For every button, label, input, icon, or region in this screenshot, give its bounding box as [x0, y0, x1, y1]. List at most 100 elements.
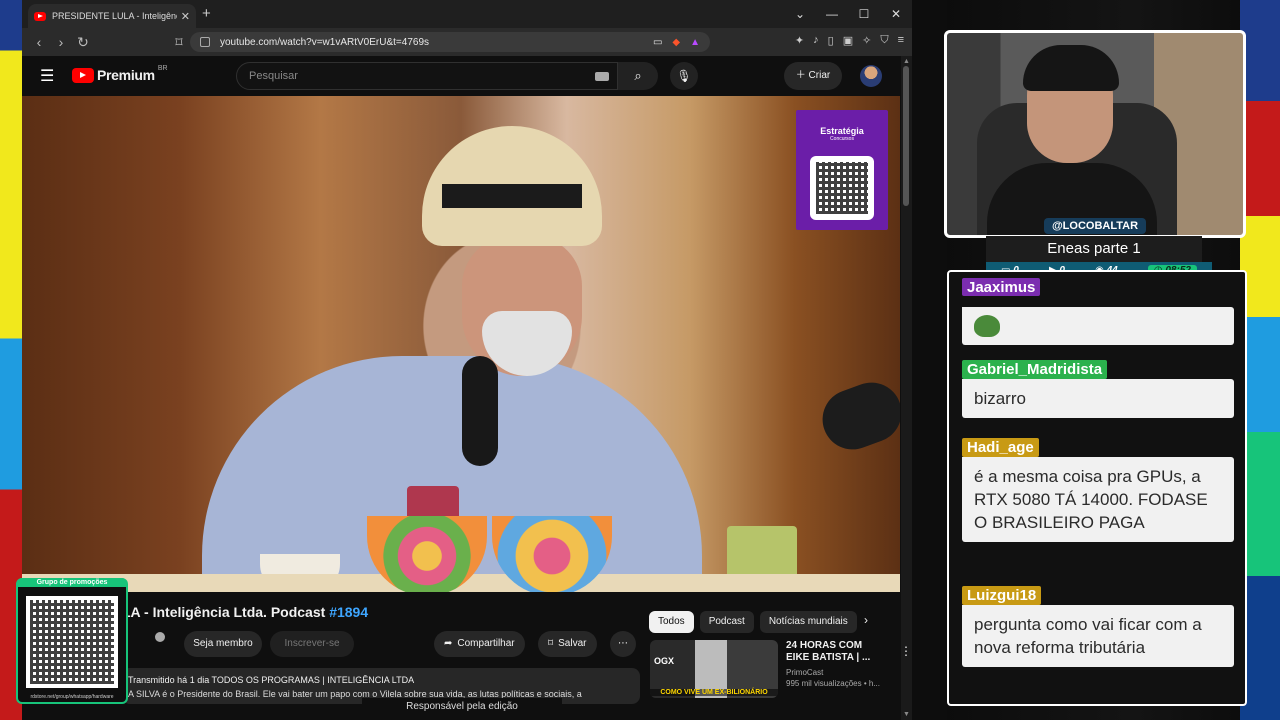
- tab-title: PRESIDENTE LULA - Inteligência Ltda. P: [52, 11, 177, 21]
- music-icon[interactable]: ♪: [813, 34, 819, 47]
- scrollbar-thumb[interactable]: [903, 66, 909, 206]
- scroll-up-icon[interactable]: ▲: [903, 58, 910, 65]
- status-text: Responsável pela edição: [362, 698, 562, 716]
- pepe-emote-icon: [974, 315, 1000, 337]
- keyboard-icon[interactable]: [595, 72, 609, 81]
- sponsor-qr-code: [810, 156, 874, 220]
- brave-shields-icon[interactable]: ◆: [672, 37, 680, 48]
- chat-message: Hadi_age é a mesma coisa pra GPUs, a RTX…: [962, 438, 1234, 542]
- sidebar-icon[interactable]: ▯: [828, 34, 834, 47]
- thumbnail-badge: OGX: [654, 656, 675, 666]
- search-input[interactable]: Pesquisar: [236, 62, 618, 90]
- thumbnail-caption: COMO VIVE UM EX-BILIONÁRIO: [650, 689, 778, 696]
- recommended-views: 995 mil visualizações • h...: [786, 679, 880, 688]
- reload-icon[interactable]: ↻: [72, 34, 94, 51]
- streamer-handle: @LOCOBALTAR: [1044, 218, 1146, 234]
- video-player[interactable]: Estratégia Concursos: [22, 96, 900, 592]
- page-scrollbar[interactable]: ▲ ▼: [901, 56, 912, 720]
- sponsor-brand-name: Estratégia: [820, 126, 864, 136]
- leo-ai-icon[interactable]: ✧: [862, 34, 871, 47]
- chip-podcast[interactable]: Podcast: [699, 611, 754, 633]
- stream-title: Eneas parte 1: [986, 236, 1202, 262]
- scroll-down-icon[interactable]: ▼: [903, 711, 910, 718]
- share-icon: ➦: [444, 638, 453, 649]
- cast-icon[interactable]: ▭: [653, 37, 662, 48]
- address-bar[interactable]: youtube.com/watch?v=w1vARtV0ErU&t=4769s …: [190, 32, 710, 52]
- bookmark-icon[interactable]: ⌑: [168, 34, 190, 51]
- youtube-header: ☰ Premium BR Pesquisar ⌕ 🎙 ＋ Criar: [22, 56, 912, 96]
- chevron-right-icon[interactable]: ›: [864, 613, 868, 627]
- wallet-icon[interactable]: ▣: [843, 34, 853, 47]
- search-icon: ⌕: [634, 68, 642, 83]
- more-vert-icon[interactable]: ⋮: [900, 644, 912, 658]
- chat-text: [962, 307, 1234, 345]
- sponsor-brand-sub: Concursos: [830, 136, 854, 142]
- share-label: Compartilhar: [457, 638, 515, 649]
- more-icon: ⋯: [618, 638, 628, 649]
- tab-youtube[interactable]: PRESIDENTE LULA - Inteligência Ltda. P ✕: [28, 4, 196, 28]
- maximize-button[interactable]: ☐: [848, 0, 880, 28]
- sponsor-brand: Estratégia Concursos: [796, 126, 888, 142]
- bookmark-save-icon: ⌑: [548, 638, 554, 649]
- youtube-play-icon: [72, 67, 94, 83]
- menu-icon[interactable]: ≡: [898, 34, 904, 47]
- chat-username: Hadi_age: [962, 438, 1039, 457]
- subscribe-button[interactable]: Inscrever-se: [270, 631, 354, 657]
- qr-code: [26, 596, 118, 688]
- recommended-channel[interactable]: PrimoCast: [786, 668, 886, 677]
- extensions-icon[interactable]: ✦: [795, 34, 804, 47]
- chat-text: é a mesma coisa pra GPUs, a RTX 5080 TÁ …: [962, 457, 1234, 542]
- video-title-text: LA - Inteligência Ltda. Podcast: [122, 604, 330, 620]
- tab-bar: PRESIDENTE LULA - Inteligência Ltda. P ✕…: [22, 0, 912, 28]
- youtube-logo[interactable]: Premium BR: [72, 64, 168, 83]
- qr-url: rdstore.net/group/whatsapp/hardware: [30, 694, 114, 700]
- country-code: BR: [157, 64, 168, 72]
- save-button[interactable]: ⌑ Salvar: [538, 631, 597, 657]
- recommended-info: 24 HORAS COM EIKE BATISTA | ... PrimoCas…: [786, 640, 886, 688]
- avatar[interactable]: [860, 65, 882, 87]
- chat-panel: Jaaximus Gabriel_Madridista bizarro Hadi…: [947, 270, 1247, 706]
- search-placeholder: Pesquisar: [249, 70, 298, 82]
- microphone-icon: 🎙: [676, 69, 692, 83]
- tab-search-button[interactable]: ⌄: [784, 0, 816, 28]
- tab-close-icon[interactable]: ✕: [181, 10, 190, 23]
- chip-world-news[interactable]: Notícias mundiais: [759, 611, 857, 633]
- webcam-hair: [1023, 45, 1119, 91]
- recommended-video[interactable]: OGX COMO VIVE UM EX-BILIONÁRIO 24 HORAS …: [650, 640, 912, 700]
- vpn-icon[interactable]: ⛉: [880, 34, 888, 47]
- create-button[interactable]: ＋ Criar: [784, 62, 842, 90]
- chat-message: Jaaximus: [962, 278, 1234, 345]
- brave-rewards-icon[interactable]: ▲: [690, 37, 700, 48]
- share-button[interactable]: ➦ Compartilhar: [434, 631, 525, 657]
- recommended-thumbnail[interactable]: OGX COMO VIVE UM EX-BILIONÁRIO: [650, 640, 778, 698]
- window-controls: ⌄ — ☐ ✕: [784, 0, 912, 28]
- address-bar-icons: ▭ ◆ ▲: [653, 37, 700, 48]
- chat-username: Luizgui18: [962, 586, 1042, 605]
- voice-search-button[interactable]: 🎙: [670, 62, 698, 90]
- video-frame-microphone: [462, 356, 498, 466]
- recommended-title[interactable]: 24 HORAS COM EIKE BATISTA | ...: [786, 640, 886, 664]
- site-info-icon[interactable]: [200, 37, 210, 47]
- video-frame-microphone-right: [814, 374, 900, 458]
- guide-menu-icon[interactable]: ☰: [40, 66, 54, 86]
- join-button[interactable]: Seja membro: [184, 631, 262, 657]
- video-hashtag[interactable]: #1894: [329, 604, 368, 620]
- chip-all[interactable]: Todos: [649, 611, 694, 633]
- video-title: LA - Inteligência Ltda. Podcast #1894: [122, 604, 368, 620]
- browser-window: PRESIDENTE LULA - Inteligência Ltda. P ✕…: [22, 0, 912, 720]
- search-button[interactable]: ⌕: [618, 62, 658, 90]
- forward-icon[interactable]: ›: [50, 34, 72, 50]
- new-tab-button[interactable]: +: [202, 5, 211, 22]
- logo-word: Premium: [97, 67, 155, 83]
- chat-username: Gabriel_Madridista: [962, 360, 1108, 379]
- chat-text: pergunta como vai ficar com a nova refor…: [962, 605, 1234, 667]
- extension-icons: ✦ ♪ ▯ ▣ ✧ ⛉ ≡: [795, 34, 904, 47]
- chat-username: Jaaximus: [962, 278, 1041, 296]
- more-actions-button[interactable]: ⋯: [610, 631, 636, 657]
- back-icon[interactable]: ‹: [28, 34, 50, 50]
- close-window-button[interactable]: ✕: [880, 0, 912, 28]
- minimize-button[interactable]: —: [816, 0, 848, 28]
- promo-group-qr: Grupo de promoções rdstore.net/group/wha…: [16, 578, 128, 704]
- description-meta: Transmitido há 1 dia TODOS OS PROGRAMAS …: [128, 675, 415, 685]
- related-chips: Todos Podcast Notícias mundiais: [649, 611, 857, 633]
